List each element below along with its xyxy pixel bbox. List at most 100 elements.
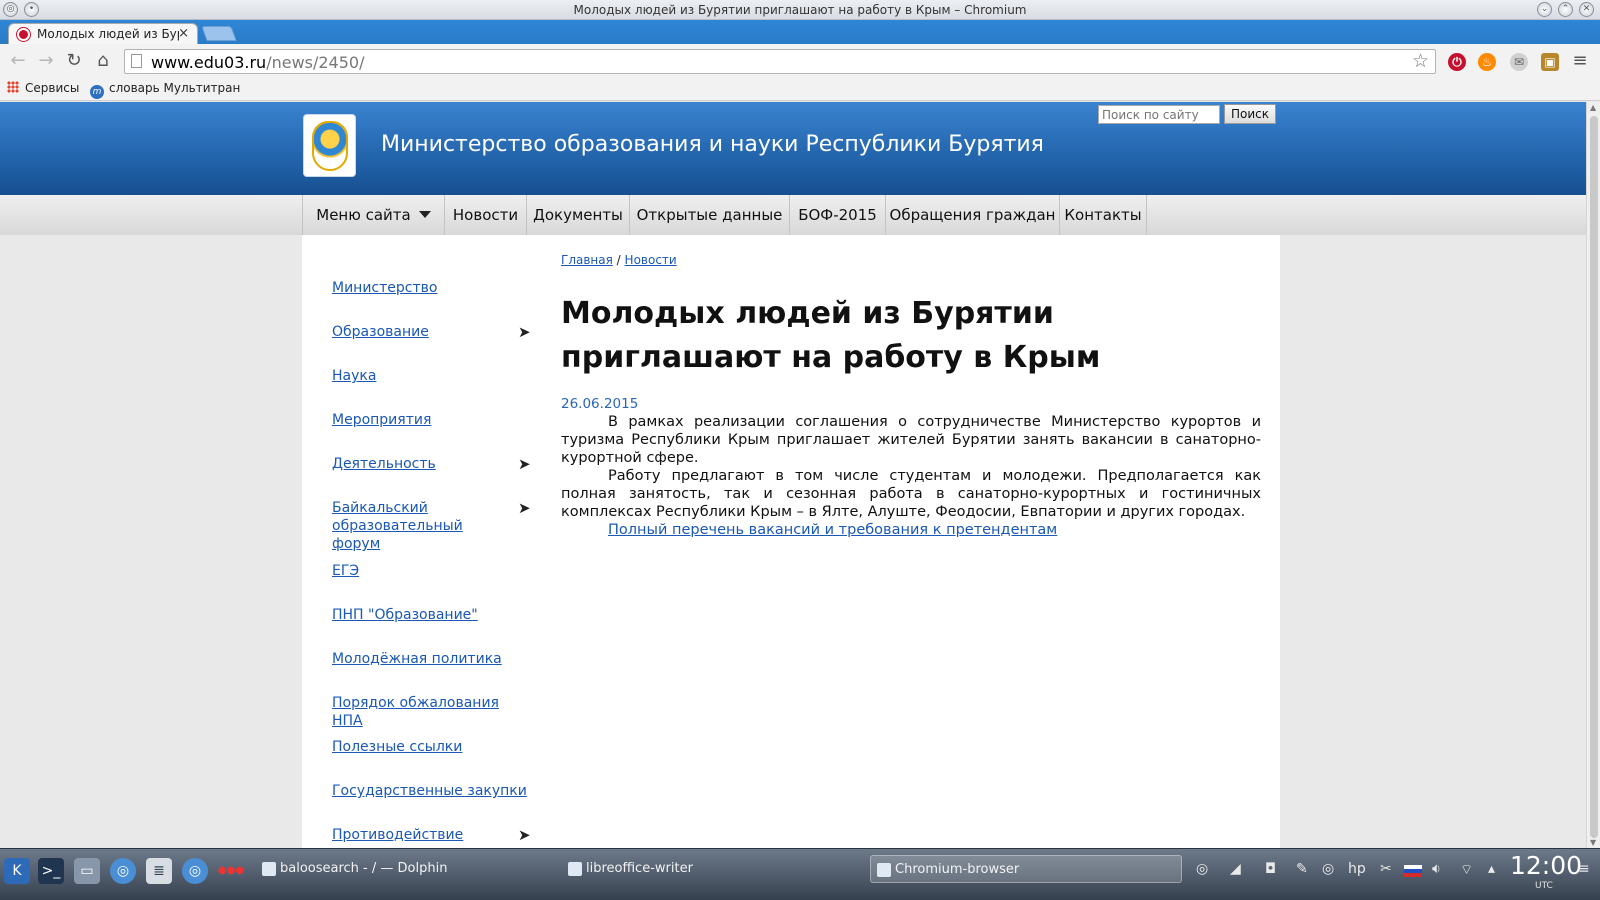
nav-citizen-appeals[interactable]: Обращения граждан <box>885 195 1059 235</box>
multitran-icon: m <box>90 85 104 99</box>
back-icon[interactable]: ← <box>8 51 28 71</box>
scissors-icon[interactable]: ✂ <box>1380 861 1392 877</box>
vacancies-link[interactable]: Полный перечень вакансий и требования к … <box>608 522 1057 538</box>
network-graph-icon[interactable]: ◢ <box>1230 861 1241 877</box>
clock[interactable]: 12:00 <box>1510 851 1582 880</box>
sidebar-item-procurement[interactable]: Государственные закупки <box>332 782 532 800</box>
tray-expand-icon[interactable]: ▴ <box>1488 861 1495 877</box>
submenu-arrow-icon[interactable]: ➤ <box>518 455 531 473</box>
article-headline: Молодых людей из Бурятии приглашают на р… <box>561 296 1101 375</box>
sidebar-item-ministry[interactable]: Министерство <box>332 279 532 297</box>
sidebar-item-baikal-forum[interactable]: Байкальский образовательный форум <box>332 499 507 553</box>
url-text[interactable]: www.edu03.ru/news/2450/ <box>151 53 364 72</box>
forward-icon[interactable]: → <box>36 51 56 71</box>
sidebar-item-ege[interactable]: ЕГЭ <box>332 562 532 580</box>
briefcase-extension-icon[interactable]: ▣ <box>1541 53 1559 71</box>
sidebar-item-pnp-education[interactable]: ПНП "Образование" <box>332 606 532 624</box>
address-bar[interactable]: www.edu03.ru/news/2450/ ☆ <box>124 49 1436 74</box>
tab-strip: Молодых людей из Бурят × <box>0 20 1600 44</box>
submenu-arrow-icon[interactable]: ➤ <box>518 499 531 517</box>
flame-extension-icon[interactable]: ♨ <box>1478 53 1496 71</box>
sidebar-item-activity[interactable]: Деятельность <box>332 455 532 473</box>
adblock-extension-icon[interactable]: ⏻ <box>1448 53 1466 71</box>
window-title: Молодых людей из Бурятии приглашают на р… <box>573 3 1027 17</box>
buryatia-emblem-logo[interactable] <box>303 114 356 177</box>
sidebar-item-counteraction[interactable]: Противодействие <box>332 826 532 844</box>
article-paragraph: В рамках реализации соглашения о сотрудн… <box>561 414 1261 466</box>
new-tab-button[interactable] <box>201 26 237 41</box>
chromium-tray-2-icon[interactable]: ◎ <box>1322 861 1334 877</box>
hp-printer-icon[interactable]: hp <box>1348 861 1366 877</box>
site-title[interactable]: Министерство образования и науки Республ… <box>381 132 1044 157</box>
bookmark-multitran[interactable]: m словарь Мультитран <box>90 81 240 99</box>
window-switcher-icon[interactable]: ●●● <box>214 858 248 884</box>
russian-keyboard-layout-icon[interactable] <box>1404 865 1422 877</box>
bookmark-services[interactable]: Сервисы <box>7 81 79 95</box>
chrome-menu-icon[interactable]: ≡ <box>1570 51 1590 71</box>
translate-extension-icon[interactable]: ✉ <box>1510 53 1528 71</box>
writer-icon <box>568 862 582 876</box>
task-label: baloosearch - / — Dolphin <box>280 861 448 876</box>
tab-title: Молодых людей из Бурят <box>37 27 179 41</box>
nav-site-menu[interactable]: Меню сайта <box>302 195 444 235</box>
article-date: 26.06.2015 <box>561 396 639 412</box>
tab-close-icon[interactable]: × <box>178 26 189 41</box>
scanner-icon[interactable]: ▭ <box>74 858 100 884</box>
browser-tab-active[interactable]: Молодых людей из Бурят × <box>8 23 198 44</box>
sidebar-item-useful-links[interactable]: Полезные ссылки <box>332 738 532 756</box>
close-window-icon[interactable]: ✕ <box>1579 2 1594 17</box>
nav-bof-2015[interactable]: БОФ-2015 <box>789 195 885 235</box>
site-header: Министерство образования и науки Республ… <box>0 102 1586 195</box>
screenshot-tray-icon[interactable]: ◘ <box>1265 861 1276 877</box>
site-favicon-icon <box>17 28 30 41</box>
site-search-input[interactable] <box>1098 105 1220 124</box>
scrollbar-thumb[interactable] <box>1590 116 1598 838</box>
nav-open-data[interactable]: Открытые данные <box>629 195 789 235</box>
apps-grid-icon <box>7 81 19 93</box>
breadcrumb-news-link[interactable]: Новости <box>625 253 677 267</box>
notes-tray-icon[interactable]: ✎ <box>1296 861 1308 877</box>
nav-documents[interactable]: Документы <box>526 195 629 235</box>
nav-contacts[interactable]: Контакты <box>1059 195 1147 235</box>
task-chromium-browser[interactable]: Chromium-browser <box>870 855 1182 883</box>
sidebar-item-events[interactable]: Мероприятия <box>332 411 532 429</box>
breadcrumb-home-link[interactable]: Главная <box>561 253 613 267</box>
sidebar-item-education[interactable]: Образование <box>332 323 532 341</box>
task-libreoffice-writer[interactable]: libreoffice-writer <box>562 855 862 883</box>
dolphin-icon <box>262 862 276 876</box>
reload-icon[interactable]: ↻ <box>64 51 84 71</box>
task-label: libreoffice-writer <box>586 861 693 876</box>
volume-icon[interactable]: 🔉︎ <box>1432 861 1441 877</box>
coat-of-arms-icon <box>312 121 348 171</box>
wifi-icon[interactable]: ⌔ <box>1460 861 1473 879</box>
site-search-button[interactable]: Поиск <box>1224 104 1276 124</box>
page-scrollbar[interactable]: ▲ ▼ <box>1586 102 1600 848</box>
submenu-arrow-icon[interactable]: ➤ <box>518 826 531 844</box>
breadcrumb: Главная / Новости <box>561 253 677 267</box>
window-title-bar: ◎ • Молодых людей из Бурятии приглашают … <box>0 0 1600 20</box>
desktop-toggle-icon[interactable]: ≡ <box>1578 861 1590 877</box>
sidebar-item-npa-appeal[interactable]: Порядок обжалования НПА <box>332 694 532 730</box>
chromium-launcher-2-icon[interactable]: ◎ <box>182 858 208 884</box>
home-icon[interactable]: ⌂ <box>93 51 113 71</box>
terminal-icon[interactable]: >_ <box>38 858 64 884</box>
sidebar-item-youth-policy[interactable]: Молодёжная политика <box>332 650 532 668</box>
caret-down-icon <box>418 211 431 218</box>
page-viewport: Министерство образования и науки Республ… <box>0 102 1586 848</box>
maximize-icon[interactable]: ⌃ <box>1558 2 1573 17</box>
scroll-up-icon[interactable]: ▲ <box>1590 103 1596 112</box>
url-host: www.edu03.ru <box>151 53 267 72</box>
chromium-launcher-icon[interactable]: ◎ <box>110 858 136 884</box>
nav-news[interactable]: Новости <box>444 195 526 235</box>
page-icon <box>131 54 142 68</box>
submenu-arrow-icon[interactable]: ➤ <box>518 323 531 341</box>
task-label: Chromium-browser <box>895 862 1020 877</box>
chromium-tray-icon[interactable]: ◎ <box>1196 861 1208 877</box>
scroll-down-icon[interactable]: ▼ <box>1590 838 1596 847</box>
sidebar-item-science[interactable]: Наука <box>332 367 532 385</box>
minimize-icon[interactable]: ⌄ <box>1537 2 1552 17</box>
task-dolphin[interactable]: baloosearch - / — Dolphin <box>256 855 556 883</box>
bookmark-star-icon[interactable]: ☆ <box>1412 50 1429 72</box>
kde-launcher-icon[interactable]: K <box>4 858 30 884</box>
text-editor-icon[interactable]: ≣ <box>146 858 172 884</box>
